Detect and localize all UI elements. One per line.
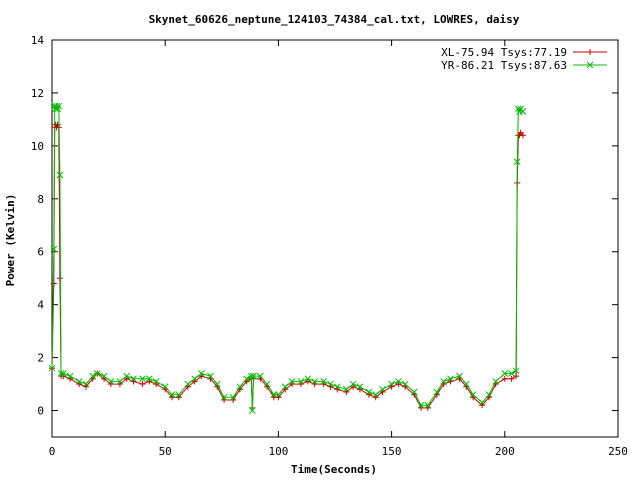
y-tick-label: 4 [37, 299, 44, 312]
chart: Skynet_60626_neptune_124103_74384_cal.tx… [4, 13, 628, 476]
x-axis: 0 50 100 150 200 250 [49, 40, 628, 458]
y-axis-label: Power (Kelvin) [4, 194, 17, 287]
plot-area [51, 39, 619, 438]
x-tick-label: 0 [49, 445, 56, 458]
legend: XL-75.94 Tsys:77.19YR-86.21 Tsys:87.63 [441, 46, 607, 72]
data-point-plus [587, 49, 593, 55]
chart-title: Skynet_60626_neptune_124103_74384_cal.tx… [149, 13, 520, 26]
legend-label: YR-86.21 Tsys:87.63 [441, 59, 567, 72]
x-tick-label: 50 [159, 445, 172, 458]
y-tick-label: 0 [37, 405, 44, 418]
series-line [51, 104, 524, 411]
data-point-plus [56, 275, 63, 282]
y-tick-label: 8 [37, 193, 44, 206]
y-axis: 0 2 4 6 8 10 12 14 [31, 34, 618, 418]
y-tick-label: 14 [31, 34, 45, 47]
x-tick-label: 150 [382, 445, 402, 458]
series-1 [49, 121, 526, 411]
series-layer [48, 102, 527, 414]
data-point-plus [508, 375, 515, 382]
y-tick-label: 2 [37, 352, 44, 365]
y-tick-label: 10 [31, 140, 44, 153]
data-point-plus [501, 375, 508, 382]
x-tick-label: 200 [495, 445, 515, 458]
x-tick-label: 100 [268, 445, 288, 458]
y-tick-label: 6 [37, 246, 44, 259]
legend-label: XL-75.94 Tsys:77.19 [441, 46, 567, 59]
plot-frame [51, 39, 619, 438]
x-tick-label: 250 [608, 445, 628, 458]
x-axis-label: Time(Seconds) [291, 463, 377, 476]
y-tick-label: 12 [31, 87, 44, 100]
series-line [51, 123, 524, 409]
series-2 [48, 102, 527, 414]
data-point-plus [139, 381, 146, 388]
